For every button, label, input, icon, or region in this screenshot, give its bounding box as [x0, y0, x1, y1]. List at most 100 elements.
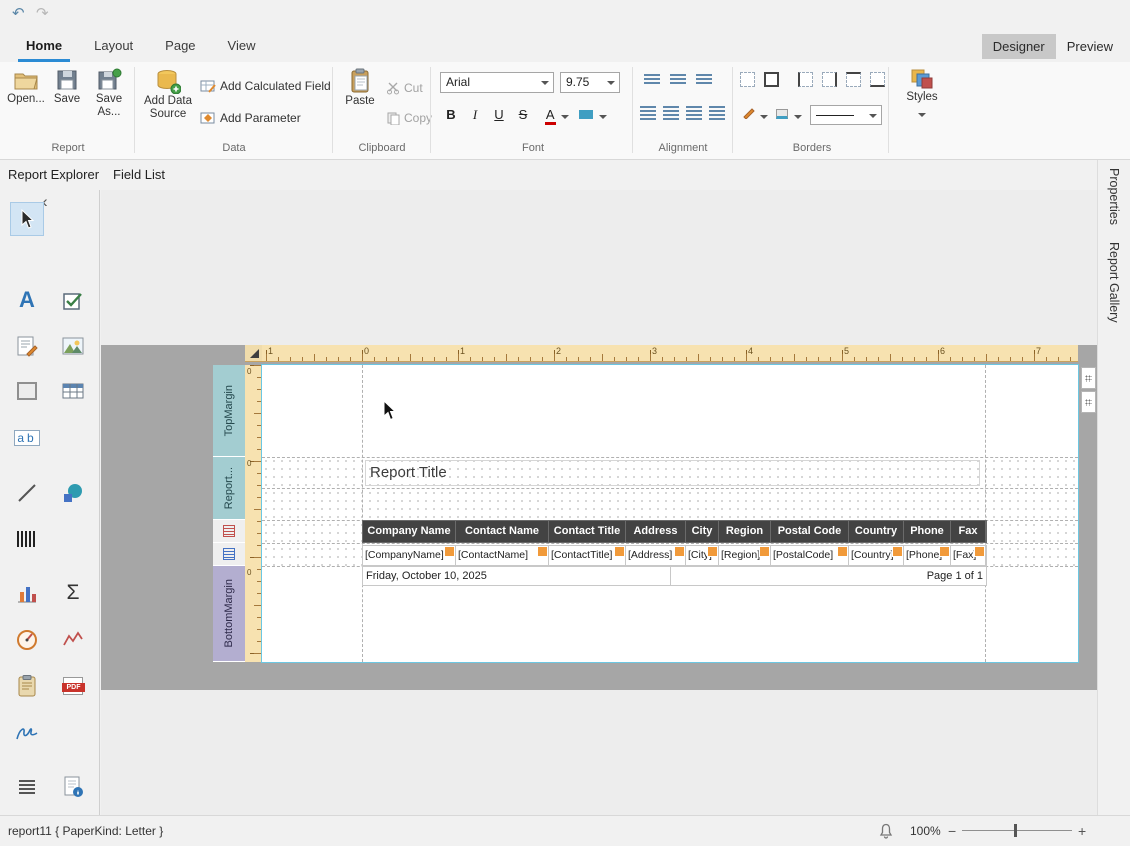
border-line-style-combo[interactable]: [810, 105, 882, 125]
border-bottom-icon[interactable]: [870, 72, 885, 87]
smart-tag[interactable]: [445, 547, 454, 556]
smart-tag[interactable]: [940, 547, 949, 556]
tab-report-gallery[interactable]: Report Gallery: [1107, 242, 1121, 323]
rich-text-tool[interactable]: [12, 331, 42, 361]
band-top-margin[interactable]: TopMargin: [213, 365, 245, 457]
report-title-label[interactable]: Report Title: [365, 460, 980, 486]
page-side-button-1[interactable]: [1081, 367, 1096, 389]
add-calculated-field-button[interactable]: Add Calculated Field: [200, 76, 331, 96]
undo-button[interactable]: ↶: [12, 4, 25, 24]
smart-tag[interactable]: [975, 547, 984, 556]
save-as-button[interactable]: Save As...: [88, 66, 130, 138]
align-middle-icon[interactable]: [670, 74, 686, 84]
save-button[interactable]: Save: [48, 66, 86, 138]
band-bottom-margin[interactable]: BottomMargin: [213, 566, 245, 662]
character-comb-tool[interactable]: ab: [12, 423, 42, 453]
preview-mode-button[interactable]: Preview: [1056, 34, 1124, 59]
smart-tag[interactable]: [615, 547, 624, 556]
table-header-cell[interactable]: Country: [849, 521, 904, 542]
footer-page-cell[interactable]: Page 1 of 1: [671, 567, 986, 585]
tab-view[interactable]: View: [212, 30, 272, 62]
table-header-cell[interactable]: Contact Name: [456, 521, 549, 542]
table-detail-cell[interactable]: [Address]: [626, 546, 686, 565]
redo-button[interactable]: ↷: [36, 4, 49, 24]
border-color-button[interactable]: [740, 104, 770, 126]
table-detail-cell[interactable]: [PostalCode]: [771, 546, 849, 565]
smart-tag[interactable]: [760, 547, 769, 556]
checkbox-tool[interactable]: [58, 285, 88, 315]
font-size-combo[interactable]: 9.75: [560, 72, 620, 93]
table-of-contents-tool[interactable]: [12, 772, 42, 802]
italic-button[interactable]: I: [464, 104, 486, 126]
align-top-icon[interactable]: [644, 74, 660, 84]
zoom-in-button[interactable]: +: [1078, 816, 1086, 846]
shape-tool[interactable]: [58, 478, 88, 508]
tab-home[interactable]: Home: [10, 30, 78, 62]
zoom-slider-handle[interactable]: [1014, 824, 1017, 837]
font-name-combo[interactable]: Arial: [440, 72, 554, 93]
table-detail-cell[interactable]: [Phone]: [904, 546, 951, 565]
table-detail-cell[interactable]: [Fax]: [951, 546, 986, 565]
border-left-icon[interactable]: [798, 72, 813, 87]
sparkline-tool[interactable]: [58, 625, 88, 655]
smart-tag[interactable]: [893, 547, 902, 556]
zoom-out-button[interactable]: −: [948, 816, 956, 846]
bold-button[interactable]: B: [440, 104, 462, 126]
table-header-cell[interactable]: Contact Title: [549, 521, 626, 542]
smart-tag[interactable]: [538, 547, 547, 556]
table-header-cell[interactable]: Company Name: [363, 521, 456, 542]
pdf-content-tool[interactable]: PDF: [58, 671, 88, 701]
tab-properties[interactable]: Properties: [1107, 168, 1121, 225]
table-header-cell[interactable]: Address: [626, 521, 686, 542]
h-ruler[interactable]: 101234567: [262, 345, 1078, 362]
open-button[interactable]: Open...: [6, 66, 46, 138]
align-right-icon[interactable]: [686, 106, 702, 120]
tab-report-explorer[interactable]: Report Explorer: [8, 167, 99, 182]
align-center-icon[interactable]: [663, 106, 679, 120]
table-detail-cell[interactable]: [ContactName]: [456, 546, 549, 565]
border-top-icon[interactable]: [846, 72, 861, 87]
borders-none-icon[interactable]: [740, 72, 755, 87]
label-tool[interactable]: A: [12, 285, 42, 315]
add-data-source-button[interactable]: Add Data Source: [140, 66, 196, 138]
smart-tag[interactable]: [675, 547, 684, 556]
align-left-icon[interactable]: [640, 106, 656, 120]
pointer-tool[interactable]: [10, 202, 44, 236]
table-tool[interactable]: [58, 376, 88, 406]
page-side-button-2[interactable]: [1081, 391, 1096, 413]
highlight-color-button[interactable]: [576, 104, 610, 126]
gauge-tool[interactable]: [12, 625, 42, 655]
table-detail-cell[interactable]: [CompanyName]: [363, 546, 456, 565]
band-report-header[interactable]: Report...: [213, 457, 245, 520]
borders-all-icon[interactable]: [764, 72, 779, 87]
align-justify-icon[interactable]: [709, 106, 725, 120]
border-fill-button[interactable]: [774, 104, 804, 126]
notification-bell-icon[interactable]: [878, 823, 894, 839]
strikethrough-button[interactable]: S: [512, 104, 534, 126]
table-header-cell[interactable]: Postal Code: [771, 521, 849, 542]
tab-page[interactable]: Page: [149, 30, 211, 62]
footer-date-cell[interactable]: Friday, October 10, 2025: [363, 567, 671, 585]
align-bottom-icon[interactable]: [696, 74, 712, 84]
table-detail-cell[interactable]: [City]: [686, 546, 719, 565]
table-detail-cell[interactable]: [Country]: [849, 546, 904, 565]
band-page-header[interactable]: [213, 520, 245, 543]
copy-button[interactable]: Copy: [386, 108, 432, 128]
summary-tool[interactable]: Σ: [58, 578, 88, 608]
add-parameter-button[interactable]: Add Parameter: [200, 108, 301, 128]
zoom-percentage[interactable]: 100%: [910, 816, 941, 846]
page-info-tool[interactable]: [58, 772, 88, 802]
cut-button[interactable]: Cut: [386, 78, 423, 98]
table-header-cell[interactable]: City: [686, 521, 719, 542]
font-color-button[interactable]: A: [542, 104, 572, 126]
clipboard-content-tool[interactable]: [12, 671, 42, 701]
smart-tag[interactable]: [838, 547, 847, 556]
styles-button[interactable]: Styles: [896, 66, 948, 138]
table-header-cell[interactable]: Region: [719, 521, 771, 542]
tab-field-list[interactable]: Field List: [113, 167, 165, 182]
smart-tag[interactable]: [708, 547, 717, 556]
zoom-slider-track[interactable]: [962, 830, 1072, 831]
picture-box-tool[interactable]: [58, 331, 88, 361]
barcode-tool[interactable]: [12, 524, 42, 554]
panel-tool[interactable]: [12, 376, 42, 406]
